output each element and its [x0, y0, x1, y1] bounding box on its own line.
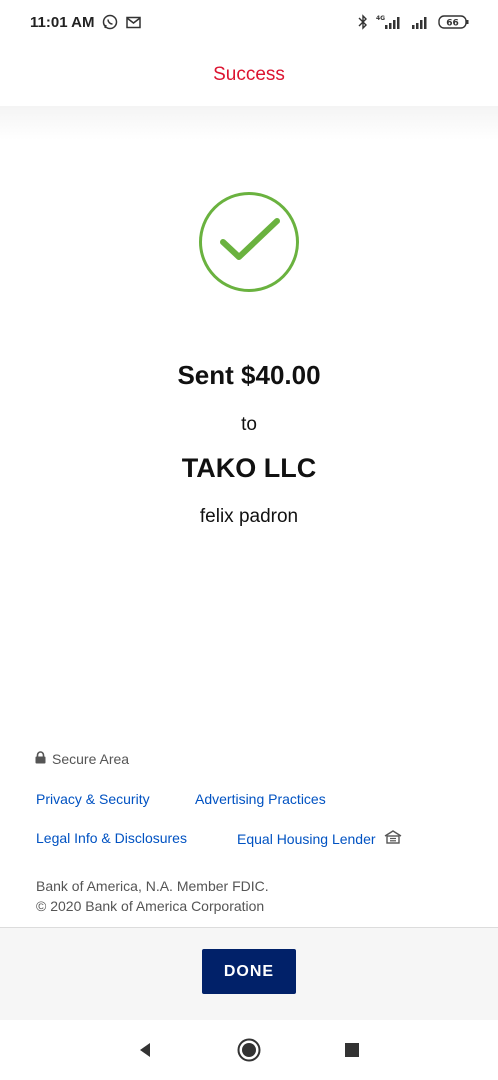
svg-text:66: 66: [446, 19, 459, 29]
done-button[interactable]: DONE: [202, 949, 296, 994]
status-bar: 11:01 AM 4G 66: [0, 0, 498, 44]
status-right: 4G 66: [358, 14, 470, 30]
header-shadow: [0, 106, 498, 140]
svg-text:4G: 4G: [376, 15, 385, 22]
app-header: Success: [0, 44, 498, 106]
advertising-practices-link[interactable]: Advertising Practices: [195, 791, 326, 807]
equal-housing-lender-link[interactable]: Equal Housing Lender: [237, 830, 402, 847]
whatsapp-icon: [102, 14, 118, 30]
bluetooth-icon: [358, 14, 368, 30]
privacy-security-link[interactable]: Privacy & Security: [36, 791, 150, 807]
success-check-icon: [198, 191, 300, 293]
status-left: 11:01 AM: [30, 13, 142, 31]
status-time: 11:01 AM: [30, 13, 95, 31]
page-title: Success: [213, 64, 285, 85]
equal-housing-icon: [384, 830, 402, 847]
copyright-notice: © 2020 Bank of America Corporation: [36, 898, 265, 914]
battery-icon: 66: [438, 14, 470, 30]
legal-info-link[interactable]: Legal Info & Disclosures: [36, 830, 187, 846]
recipient-name: TAKO LLC: [181, 453, 317, 483]
secure-area: Secure Area: [35, 751, 129, 767]
equal-housing-lender-label: Equal Housing Lender: [237, 830, 376, 847]
secure-area-label: Secure Area: [52, 751, 130, 767]
signal-4g-icon: 4G: [376, 14, 402, 30]
to-label: to: [241, 414, 257, 435]
home-icon[interactable]: [234, 1035, 264, 1065]
gmail-icon: [126, 16, 142, 29]
success-screen: 11:01 AM 4G 66 Success Sent $40.00 to TA…: [0, 0, 498, 1080]
lock-icon: [35, 751, 46, 767]
legal-text: Bank of America, N.A. Member FDIC. © 202…: [36, 876, 269, 916]
recents-icon[interactable]: [337, 1035, 367, 1065]
back-icon[interactable]: [130, 1035, 160, 1065]
fdic-notice: Bank of America, N.A. Member FDIC.: [36, 878, 269, 894]
sent-amount: Sent $40.00: [177, 360, 321, 390]
signal-icon: [410, 14, 430, 30]
recipient-contact: felix padron: [199, 506, 299, 527]
